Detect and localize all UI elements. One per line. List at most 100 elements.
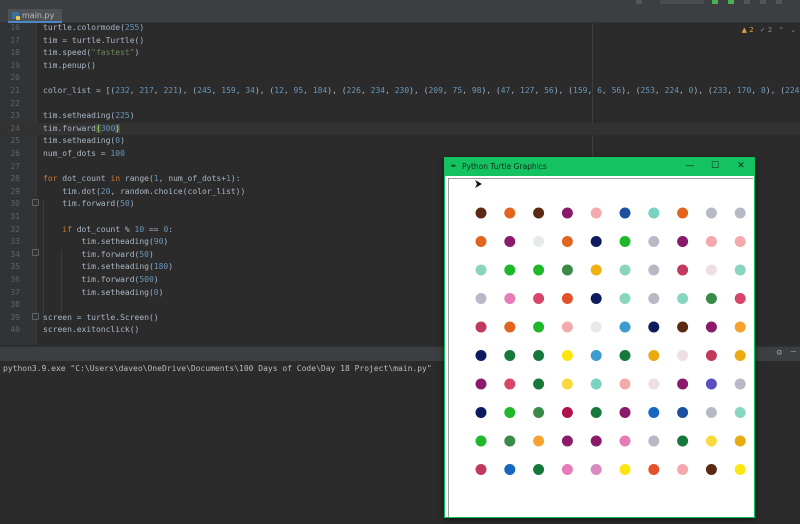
code-text: tim.forward(300) bbox=[43, 123, 121, 133]
turtle-arrow-icon bbox=[475, 180, 482, 188]
code-line[interactable]: 16 turtle.colormode(255) bbox=[0, 23, 800, 35]
turtle-dot bbox=[590, 321, 602, 333]
turtle-dot bbox=[619, 293, 631, 304]
minimize-button[interactable]: — bbox=[679, 160, 701, 173]
line-number: 31 bbox=[10, 212, 20, 221]
code-line[interactable]: 17 tim = turtle.Turtle() bbox=[0, 35, 800, 48]
turtle-dot bbox=[734, 464, 746, 475]
turtle-dot bbox=[561, 236, 573, 247]
turtle-dot bbox=[590, 464, 602, 475]
turtle-dot bbox=[475, 321, 487, 333]
line-number: 33 bbox=[10, 237, 20, 247]
line-number: 20 bbox=[10, 73, 20, 83]
maximize-button[interactable]: ☐ bbox=[704, 160, 726, 173]
line-number: 17 bbox=[10, 35, 20, 45]
run-icon[interactable] bbox=[712, 0, 718, 4]
code-line[interactable]: 24 tim.forward(300) bbox=[0, 122, 800, 136]
coverage-icon[interactable] bbox=[744, 0, 750, 4]
turtle-dot bbox=[475, 264, 487, 276]
turtle-dot bbox=[677, 378, 689, 390]
turtle-dot bbox=[561, 435, 573, 447]
line-number: 30 bbox=[10, 199, 20, 209]
turtle-dot bbox=[677, 264, 689, 276]
turtle-dot bbox=[590, 293, 602, 304]
window-title: Python Turtle Graphics bbox=[462, 162, 547, 171]
editor-tab-label: main.py bbox=[22, 10, 55, 20]
line-number: 40 bbox=[10, 325, 20, 335]
python-file-icon bbox=[12, 11, 20, 20]
code-text: tim.setheading(225) bbox=[43, 111, 135, 121]
turtle-dot bbox=[734, 236, 746, 247]
code-text: num_of_dots = 100 bbox=[43, 149, 125, 158]
turtle-dot bbox=[504, 464, 516, 475]
turtle-dot bbox=[475, 293, 487, 304]
hide-icon[interactable]: – bbox=[791, 347, 796, 357]
editor-tab-main-py[interactable]: main.py bbox=[8, 9, 63, 23]
line-number: 38 bbox=[10, 300, 20, 310]
turtle-dot bbox=[648, 350, 660, 361]
code-text: for dot_count in range(1, num_of_dots+1)… bbox=[43, 174, 241, 184]
turtle-dot bbox=[619, 321, 631, 333]
turtle-dot bbox=[561, 464, 573, 475]
turtle-dot bbox=[619, 236, 631, 247]
code-text: color_list = [(232, 217, 221), (245, 159… bbox=[43, 86, 800, 95]
line-number: 22 bbox=[10, 98, 20, 108]
window-title-bar[interactable]: ✒ Python Turtle Graphics — ☐ ✕ bbox=[445, 158, 754, 176]
code-line[interactable]: 22 bbox=[0, 98, 800, 111]
turtle-graphics-window[interactable]: ✒ Python Turtle Graphics — ☐ ✕ bbox=[444, 157, 755, 518]
profile-icon[interactable] bbox=[760, 0, 766, 4]
turtle-dot bbox=[504, 350, 516, 361]
turtle-dot bbox=[475, 464, 487, 475]
turtle-dot bbox=[677, 321, 689, 333]
toolbar-icon[interactable] bbox=[636, 0, 642, 4]
code-text: tim.setheading(90) bbox=[43, 237, 169, 247]
turtle-dot bbox=[504, 407, 516, 418]
turtle-dot bbox=[705, 293, 717, 304]
feather-icon: ✒ bbox=[451, 161, 457, 171]
line-number: 25 bbox=[10, 136, 20, 146]
turtle-dot bbox=[590, 264, 602, 276]
line-number: 27 bbox=[10, 161, 20, 171]
turtle-dot bbox=[677, 236, 689, 247]
turtle-dot bbox=[705, 378, 717, 390]
turtle-dot bbox=[475, 350, 487, 361]
turtle-dot bbox=[677, 350, 689, 361]
turtle-dot bbox=[734, 293, 746, 304]
code-line[interactable]: 21 color_list = [(232, 217, 221), (245, 1… bbox=[0, 85, 800, 98]
code-line[interactable]: 25 tim.setheading(0) bbox=[0, 135, 800, 148]
turtle-dot bbox=[734, 378, 746, 390]
code-line[interactable]: 20 bbox=[0, 72, 800, 85]
code-text: tim = turtle.Turtle() bbox=[43, 35, 145, 45]
turtle-dot bbox=[504, 236, 516, 247]
search-icon[interactable] bbox=[776, 0, 782, 4]
code-line[interactable]: 23 tim.setheading(225) bbox=[0, 110, 800, 123]
turtle-dot bbox=[677, 435, 689, 447]
turtle-dot bbox=[648, 321, 660, 333]
line-number: 18 bbox=[10, 48, 20, 58]
debug-icon[interactable] bbox=[728, 0, 734, 4]
turtle-dot bbox=[561, 321, 573, 333]
line-number: 36 bbox=[10, 275, 20, 284]
turtle-dot bbox=[561, 293, 573, 304]
turtle-canvas[interactable] bbox=[449, 179, 749, 515]
close-button[interactable]: ✕ bbox=[730, 160, 752, 173]
turtle-dot bbox=[504, 378, 516, 390]
code-text: turtle.colormode(255) bbox=[43, 23, 145, 32]
code-line[interactable]: 19 tim.penup() bbox=[0, 60, 800, 73]
turtle-dot bbox=[648, 464, 660, 475]
turtle-dot bbox=[561, 378, 573, 390]
gear-icon[interactable]: ⚙ bbox=[777, 348, 782, 358]
turtle-dot bbox=[705, 435, 717, 447]
turtle-dot bbox=[475, 207, 487, 219]
run-config-selector[interactable] bbox=[660, 0, 704, 4]
code-text: tim.dot(20, random.choice(color_list)) bbox=[43, 186, 246, 196]
code-text: screen.exitonclick() bbox=[43, 325, 140, 335]
code-line[interactable]: 18 tim.speed("fastest") bbox=[0, 47, 800, 60]
line-number: 23 bbox=[10, 111, 20, 121]
turtle-dot bbox=[561, 207, 573, 219]
turtle-dot bbox=[504, 321, 516, 333]
turtle-dot bbox=[648, 378, 660, 390]
turtle-dot bbox=[648, 407, 660, 418]
line-number: 34 bbox=[10, 249, 20, 259]
turtle-dot bbox=[705, 264, 717, 276]
